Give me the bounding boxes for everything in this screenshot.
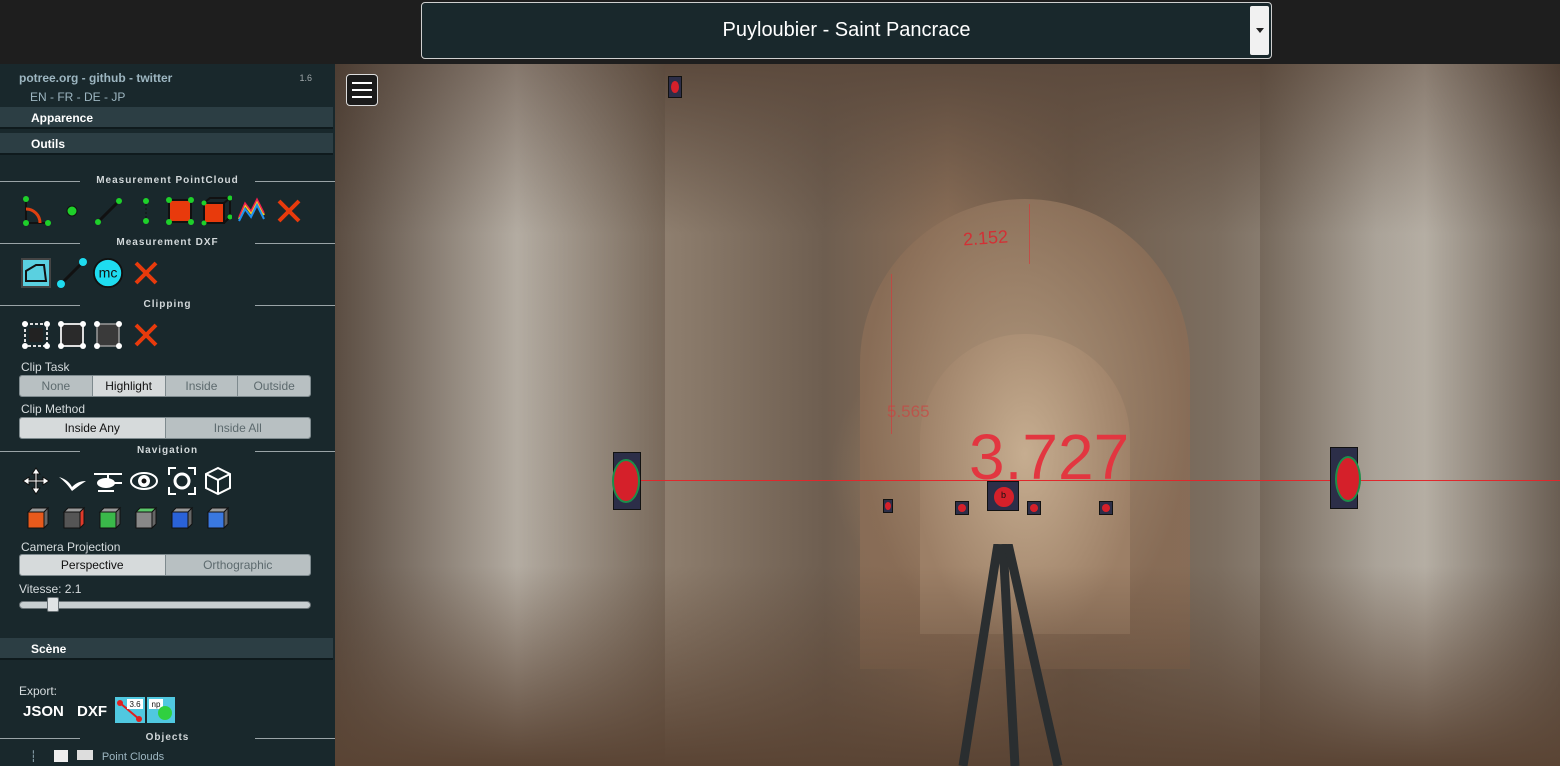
accordion-tools[interactable]: Outils xyxy=(0,133,333,155)
section-objects: Objects xyxy=(0,732,335,746)
folder-icon xyxy=(76,750,93,760)
measure-marker[interactable] xyxy=(883,499,893,513)
fly-controls-icon[interactable] xyxy=(56,465,88,497)
svg-text:mc: mc xyxy=(99,265,118,281)
profile-icon[interactable] xyxy=(236,195,268,227)
distance-label-side: 5.565 xyxy=(887,402,930,421)
projection-orthographic[interactable]: Orthographic xyxy=(165,555,310,575)
height-icon[interactable] xyxy=(128,195,160,227)
sidebar: potree.org - github - twitter 1.6 EN - F… xyxy=(0,64,335,766)
external-links[interactable]: potree.org - github - twitter xyxy=(19,71,172,85)
clip-plane-icon[interactable] xyxy=(92,319,124,351)
left-view-icon[interactable] xyxy=(20,504,52,536)
camera-projection-label: Camera Projection xyxy=(21,540,121,554)
dxf-area-icon[interactable] xyxy=(20,257,52,289)
objects-item-pointclouds[interactable]: Point Clouds xyxy=(102,751,164,762)
distance-label-ceiling: 2.152 xyxy=(962,226,1009,250)
clip-task-group: None Highlight Inside Outside xyxy=(19,375,311,397)
chevron-down-icon[interactable] xyxy=(1250,6,1269,55)
export-dxf-button[interactable]: DXF xyxy=(77,703,107,720)
version-label: 1.6 xyxy=(299,73,312,83)
clip-polygon-icon[interactable] xyxy=(56,319,88,351)
top-view-icon[interactable] xyxy=(92,504,124,536)
speed-slider-handle[interactable] xyxy=(47,597,59,612)
orbit-controls-icon[interactable] xyxy=(128,465,160,497)
export-np-badge[interactable]: np xyxy=(147,697,175,723)
volume-icon[interactable] xyxy=(200,195,232,227)
section-clipping: Clipping xyxy=(0,299,335,313)
measure-marker[interactable] xyxy=(1099,501,1113,515)
measure-guide-line-top xyxy=(1029,204,1030,264)
remove-clip-icon[interactable] xyxy=(130,319,162,351)
area-icon[interactable] xyxy=(164,195,196,227)
measure-target-center[interactable]: b xyxy=(987,481,1019,511)
top-bar: Puyloubier - Saint Pancrace xyxy=(0,0,1560,64)
back-view-icon[interactable] xyxy=(200,504,232,536)
clip-volume-icon[interactable] xyxy=(20,319,52,351)
clip-task-outside[interactable]: Outside xyxy=(238,376,310,396)
earth-controls-icon[interactable] xyxy=(20,465,52,497)
section-measurement-pointcloud: Measurement PointCloud xyxy=(0,175,335,189)
point-icon[interactable] xyxy=(56,195,88,227)
remove-measurements-icon[interactable] xyxy=(273,195,305,227)
navigation-cube-icon[interactable] xyxy=(202,465,234,497)
measure-marker[interactable] xyxy=(1027,501,1041,515)
svg-text:np: np xyxy=(152,700,161,709)
export-label: Export: xyxy=(19,684,58,698)
right-view-icon[interactable] xyxy=(128,504,160,536)
objects-tree[interactable]: ┆ Point Clouds xyxy=(30,750,164,762)
measure-target-right[interactable] xyxy=(1330,447,1361,509)
svg-text:3.6: 3.6 xyxy=(129,700,141,709)
menu-toggle-button[interactable] xyxy=(346,74,378,106)
helicopter-controls-icon[interactable] xyxy=(92,465,124,497)
clip-task-label: Clip Task xyxy=(21,360,70,374)
tree-branch-icon: ┆ xyxy=(30,751,37,762)
scene-title: Puyloubier - Saint Pancrace xyxy=(722,19,971,41)
measure-marker[interactable] xyxy=(668,76,682,98)
dxf-line-icon[interactable] xyxy=(56,257,88,289)
export-json-button[interactable]: JSON xyxy=(23,703,64,720)
clip-task-inside[interactable]: Inside xyxy=(165,376,239,396)
speed-slider[interactable] xyxy=(19,601,311,609)
point-cloud-viewport[interactable]: 3.727 2.152 5.565 b xyxy=(335,64,1560,766)
clip-method-inside-all[interactable]: Inside All xyxy=(165,418,310,438)
scanner-tripod xyxy=(958,544,1063,766)
measure-marker[interactable] xyxy=(955,501,969,515)
angle-icon[interactable] xyxy=(20,195,52,227)
checkbox-icon[interactable] xyxy=(53,750,68,762)
focus-icon[interactable] xyxy=(166,465,198,497)
speed-label: Vitesse: 2.1 xyxy=(19,582,82,596)
language-links[interactable]: EN - FR - DE - JP xyxy=(30,90,125,104)
accordion-scene[interactable]: Scène xyxy=(0,638,333,660)
distance-icon[interactable] xyxy=(92,195,124,227)
scene-selector[interactable]: Puyloubier - Saint Pancrace xyxy=(421,2,1272,59)
clip-method-group: Inside Any Inside All xyxy=(19,417,311,439)
camera-projection-group: Perspective Orthographic xyxy=(19,554,311,576)
front-view-icon[interactable] xyxy=(56,504,88,536)
clip-method-label: Clip Method xyxy=(21,402,86,416)
tunnel-floor xyxy=(335,566,1560,766)
measure-target-left[interactable] xyxy=(612,452,641,510)
dxf-circle-icon[interactable]: mc xyxy=(92,257,124,289)
clip-method-inside-any[interactable]: Inside Any xyxy=(20,418,166,438)
remove-dxf-icon[interactable] xyxy=(130,257,162,289)
projection-perspective[interactable]: Perspective xyxy=(20,555,166,575)
section-measurement-dxf: Measurement DXF xyxy=(0,237,335,251)
bottom-view-icon[interactable] xyxy=(164,504,196,536)
accordion-appearance[interactable]: Apparence xyxy=(0,107,333,129)
export-potree-badge[interactable]: 3.6 xyxy=(115,697,145,723)
section-navigation: Navigation xyxy=(0,445,335,459)
clip-task-none[interactable]: None xyxy=(20,376,93,396)
clip-task-highlight[interactable]: Highlight xyxy=(92,376,166,396)
